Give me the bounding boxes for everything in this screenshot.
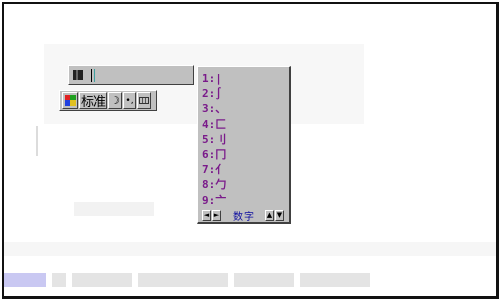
page-down-button[interactable]: ▼ [275,209,284,221]
background-area [74,202,154,216]
drag-handle-icon[interactable] [73,70,83,80]
soft-keyboard-button[interactable] [137,92,151,109]
screenshot-frame: 标准 ☽ •, 1:| 2:∫ 3:、 4:匚 5:刂 6:冂 7:亻 8:勹 … [2,2,499,299]
background-divider [36,126,38,156]
half-width-moon-icon[interactable]: ☽ [108,92,122,109]
candidate-item[interactable]: 2:∫ [202,86,282,101]
blurred-block [4,273,46,287]
candidate-item[interactable]: 8:勹 [202,177,282,192]
candidate-item[interactable]: 4:匚 [202,117,282,132]
candidate-item[interactable]: 6:冂 [202,147,282,162]
candidate-item[interactable]: 1:| [202,71,282,86]
candidate-list: 1:| 2:∫ 3:、 4:匚 5:刂 6:冂 7:亻 8:勹 9:亠 [202,71,282,208]
ime-composition-window[interactable] [68,65,194,85]
blurred-taskbar-strip [4,270,496,290]
candidate-item[interactable]: 9:亠 [202,193,282,208]
last-page-button[interactable]: ► [212,209,221,221]
candidate-item[interactable]: 5:刂 [202,132,282,147]
blurred-block [72,273,132,287]
input-mode-button[interactable]: 标准 [79,92,107,110]
candidate-category-label: 数字 [233,211,255,223]
candidate-item[interactable]: 3:、 [202,101,282,116]
candidate-window: 1:| 2:∫ 3:、 4:匚 5:刂 6:冂 7:亻 8:勹 9:亠 ◄ ► … [197,66,291,224]
blurred-block [234,273,294,287]
first-page-button[interactable]: ◄ [202,209,211,221]
punctuation-toggle-icon[interactable]: •, [123,92,136,109]
blurred-block [52,273,66,287]
composition-cursor [94,69,95,82]
ime-logo-icon[interactable] [62,92,78,109]
candidate-item[interactable]: 7:亻 [202,162,282,177]
logo-yellow-square [70,100,76,106]
blurred-block [300,273,370,287]
page-up-button[interactable]: ▲ [265,209,274,221]
blurred-block [138,273,228,287]
ime-status-bar: 标准 ☽ •, [59,90,157,111]
background-area [4,242,496,256]
text-caret [91,69,92,82]
keyboard-icon [139,97,149,104]
candidate-footer: ◄ ► 数字 ▲ ▼ [202,208,286,223]
